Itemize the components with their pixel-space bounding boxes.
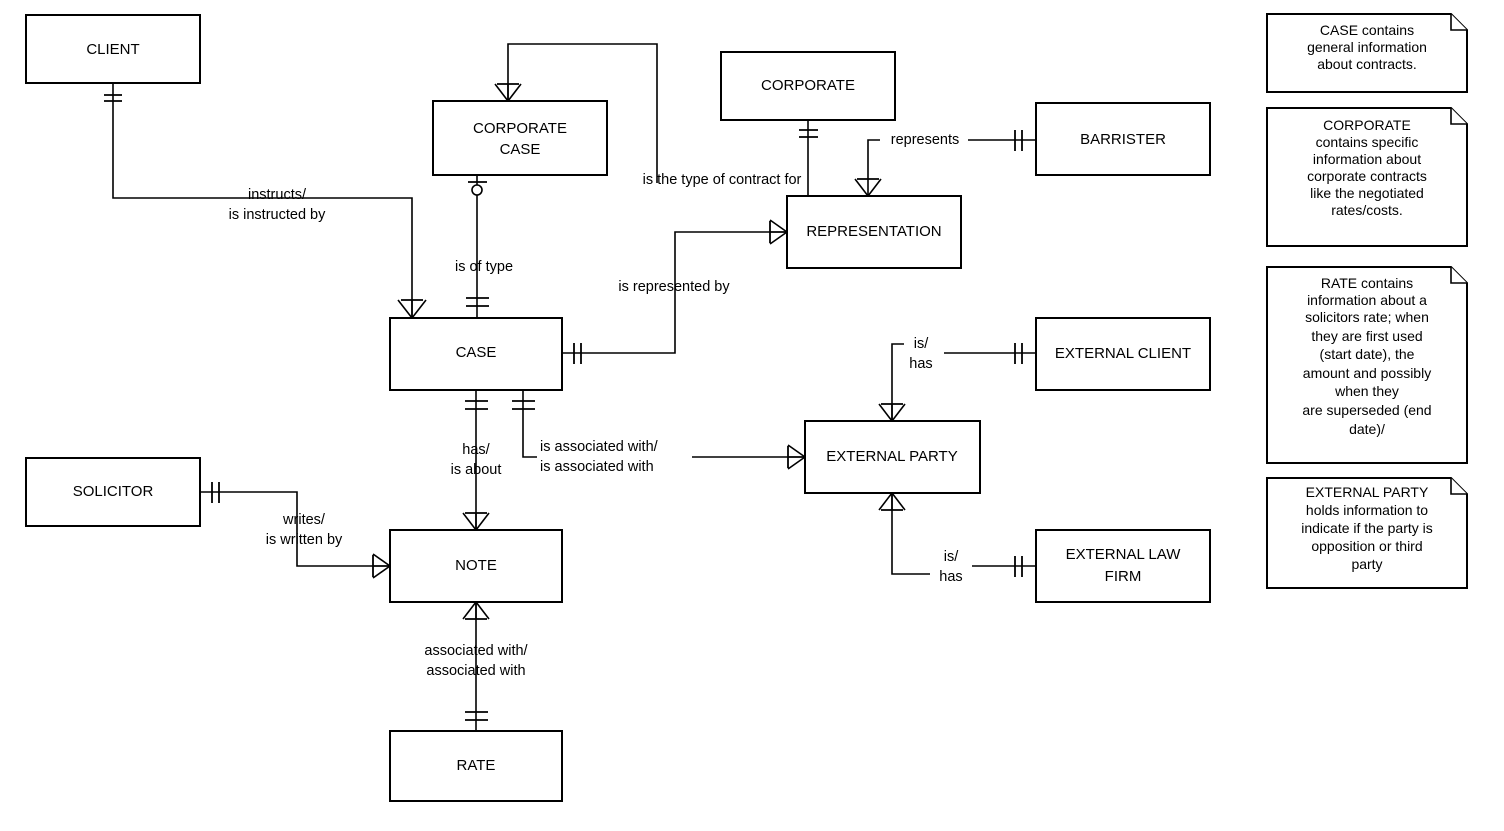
entity-label-external-law-firm-line1: EXTERNAL LAW <box>1066 546 1182 563</box>
note-ep-line3: indicate if the party is <box>1301 520 1433 536</box>
note-external-party[interactable]: EXTERNAL PARTY holds information to indi… <box>1266 477 1468 589</box>
entities-layer: CLIENT CORPORATE CASE CORPORATE BARRISTE… <box>25 14 1211 802</box>
note-ep-line5: party <box>1351 556 1382 572</box>
rel-label-ep-ec-line2: has <box>909 356 932 372</box>
entity-solicitor[interactable]: SOLICITOR <box>25 457 201 527</box>
entity-label-corporate-case-line1: CORPORATE <box>473 120 567 137</box>
note-corporate-line1: CORPORATE <box>1323 117 1411 133</box>
entity-corporate[interactable]: CORPORATE <box>720 51 896 121</box>
crowsfoot-corporatecase <box>494 83 522 102</box>
note-ep-line4: opposition or third <box>1311 538 1422 554</box>
entity-label-client: CLIENT <box>86 41 139 58</box>
connection-externalparty-externalclient[interactable] <box>878 343 1036 422</box>
crowsfoot-note-case <box>462 512 490 531</box>
note-rate-line6: amount and possibly <box>1303 365 1431 381</box>
entity-label-solicitor: SOLICITOR <box>73 483 154 500</box>
rel-label-externalparty-externalclient: is/ has <box>909 336 932 372</box>
note-rate-line7: when they <box>1334 383 1399 399</box>
entity-label-barrister: BARRISTER <box>1080 131 1166 148</box>
note-corporate-line6: rates/costs. <box>1331 202 1403 218</box>
rel-label-note-rate-line1: associated with/ <box>424 643 528 659</box>
entity-label-note: NOTE <box>455 557 497 574</box>
rel-label-solicitor-note-line2: is written by <box>266 532 343 548</box>
entity-label-rate: RATE <box>457 757 496 774</box>
rel-label-case-note-line2: is about <box>451 462 502 478</box>
note-rate-line8: are superseded (end <box>1302 402 1431 418</box>
rel-label-corporatecase-case: is of type <box>455 259 513 275</box>
note-corporate-line4: corporate contracts <box>1307 168 1427 184</box>
entity-label-corporate: CORPORATE <box>761 77 855 94</box>
note-rate-line4: they are first used <box>1311 328 1422 344</box>
rel-label-solicitor-note: writes/ is written by <box>266 512 343 548</box>
rel-label-client-case-line1: instructs/ <box>248 187 307 203</box>
rel-label-is-represented-by: is represented by <box>618 279 730 295</box>
note-corporate-line5: like the negotiated <box>1310 185 1424 201</box>
entity-label-representation: REPRESENTATION <box>806 223 941 240</box>
entity-barrister[interactable]: BARRISTER <box>1035 102 1211 176</box>
note-case-line3: about contracts. <box>1317 56 1417 72</box>
rel-label-ep-elf-line2: has <box>939 569 962 585</box>
crowsfoot-representation-corporate <box>854 178 882 197</box>
note-rate-line1: RATE contains <box>1321 275 1413 291</box>
note-rate-line3: solicitors rate; when <box>1305 309 1429 325</box>
rel-label-client-case-line2: is instructed by <box>229 207 326 223</box>
entity-external-client[interactable]: EXTERNAL CLIENT <box>1035 317 1211 391</box>
note-case-line1: CASE contains <box>1320 22 1414 38</box>
entity-representation[interactable]: REPRESENTATION <box>786 195 962 269</box>
rel-label-note-rate-line2: associated with <box>426 663 525 679</box>
note-corporate-line3: information about <box>1313 151 1421 167</box>
note-rate-line5: (start date), the <box>1320 346 1415 362</box>
rel-label-case-externalparty-line2: is associated with <box>540 459 654 475</box>
entity-external-party[interactable]: EXTERNAL PARTY <box>804 420 981 494</box>
crowsfoot-note-solicitor <box>372 553 391 579</box>
rel-label-ep-ec-line1: is/ <box>914 336 929 352</box>
entity-label-case: CASE <box>456 344 497 361</box>
entity-case[interactable]: CASE <box>389 317 563 391</box>
notes-layer: CASE contains general information about … <box>1266 13 1468 589</box>
crowsfoot-externalparty-lawfirm <box>878 492 906 511</box>
rel-label-case-externalparty-line1: is associated with/ <box>540 439 659 455</box>
entity-client[interactable]: CLIENT <box>25 14 201 84</box>
connection-case-externalparty[interactable] <box>512 390 806 470</box>
entity-label-external-client: EXTERNAL CLIENT <box>1055 345 1191 362</box>
rel-label-solicitor-note-line1: writes/ <box>282 512 326 528</box>
crowsfoot-case-client <box>397 299 427 319</box>
connection-corporatecase-case[interactable] <box>466 175 489 318</box>
note-ep-line1: EXTERNAL PARTY <box>1306 484 1429 500</box>
crowsfoot-externalparty-case <box>787 444 806 470</box>
rel-label-externalparty-externallawfirm: is/ has <box>939 549 962 585</box>
rel-label-case-representation: is represented by <box>618 279 730 295</box>
entity-corporate-case[interactable]: CORPORATE CASE <box>432 100 608 176</box>
rel-label-type-of-contract-for: is the type of contract for <box>643 172 802 188</box>
connection-solicitor-note[interactable] <box>200 482 391 579</box>
rel-label-barrister-representation: represents <box>891 132 960 148</box>
rel-label-case-externalparty: is associated with/ is associated with <box>540 439 659 475</box>
entity-rate[interactable]: RATE <box>389 730 563 802</box>
rel-label-ep-elf-line1: is/ <box>944 549 959 565</box>
crowsfoot-externalparty-client <box>878 403 906 422</box>
note-case[interactable]: CASE contains general information about … <box>1266 13 1468 93</box>
note-rate-annotation[interactable]: RATE contains information about a solici… <box>1266 266 1468 464</box>
crowsfoot-representation-case <box>769 219 788 245</box>
note-corporate[interactable]: CORPORATE contains specific information … <box>1266 107 1468 247</box>
rel-label-corporatecase-corporate: is the type of contract for <box>643 172 802 188</box>
note-ep-line2: holds information to <box>1306 502 1428 518</box>
connection-case-note[interactable] <box>462 390 490 531</box>
er-diagram-svg: CLIENT CORPORATE CASE CORPORATE BARRISTE… <box>25 13 1468 802</box>
entity-label-external-law-firm-line2: FIRM <box>1105 568 1142 585</box>
rel-label-represents: represents <box>891 132 960 148</box>
note-corporate-line2: contains specific <box>1316 134 1419 150</box>
er-diagram-canvas: CLIENT CORPORATE CASE CORPORATE BARRISTE… <box>0 0 1504 831</box>
entity-note[interactable]: NOTE <box>389 529 563 603</box>
note-rate-line9: date)/ <box>1349 421 1385 437</box>
rel-label-case-note-line1: has/ <box>462 442 490 458</box>
entity-label-corporate-case-line2: CASE <box>500 141 541 158</box>
note-rate-line2: information about a <box>1307 292 1427 308</box>
note-case-line2: general information <box>1307 39 1427 55</box>
rel-label-is-of-type: is of type <box>455 259 513 275</box>
entity-external-law-firm[interactable]: EXTERNAL LAW FIRM <box>1035 529 1211 603</box>
entity-label-external-party: EXTERNAL PARTY <box>826 448 957 465</box>
crowsfoot-note-rate <box>462 601 490 620</box>
rel-label-client-case: instructs/ is instructed by <box>229 187 326 223</box>
